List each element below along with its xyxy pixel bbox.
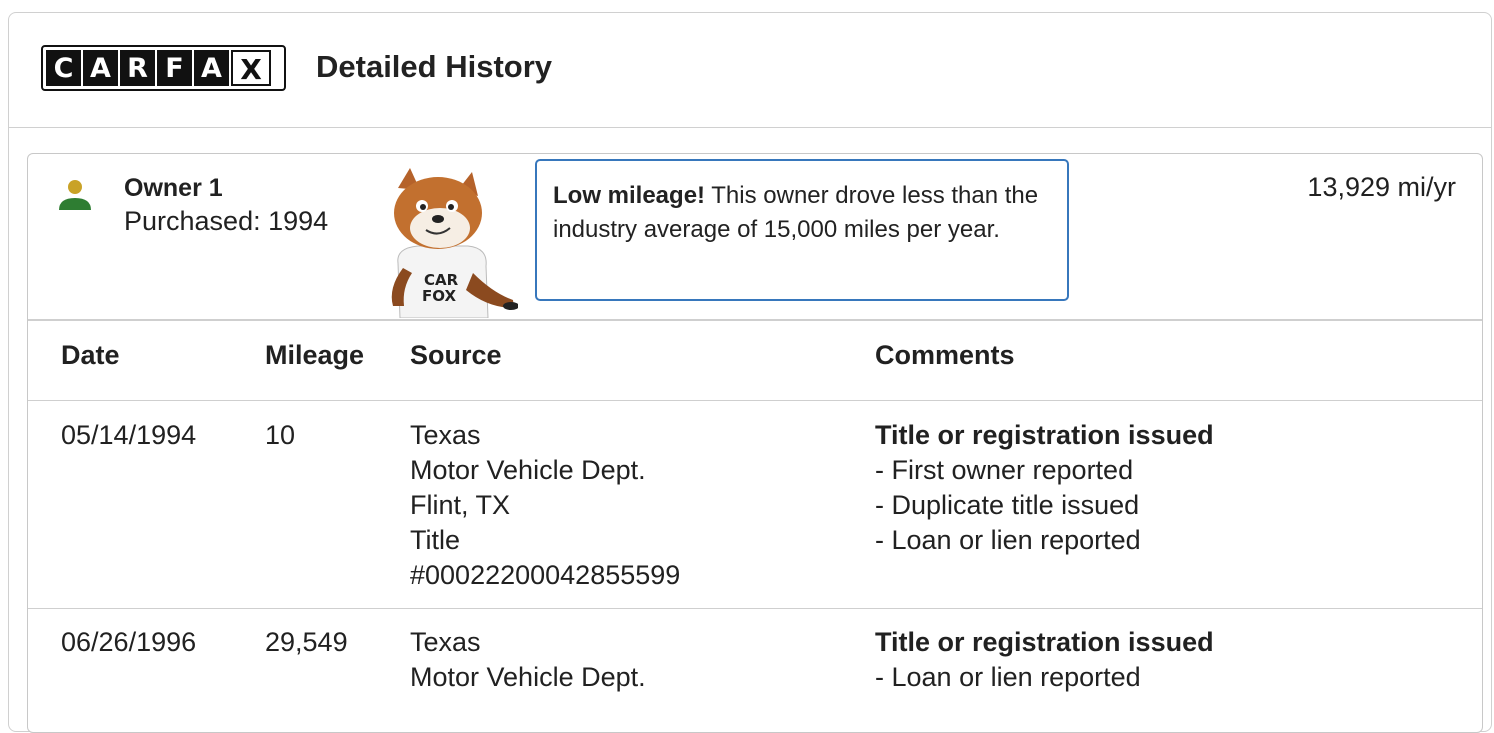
cell-date: 05/14/1994 <box>61 420 197 450</box>
carfax-logo: C A R F A X <box>41 45 286 91</box>
logo-letter: F <box>157 50 192 86</box>
source-line: #00022200042855599 <box>410 560 681 590</box>
comment-item: Duplicate title issued <box>875 488 1214 523</box>
column-header-source: Source <box>410 340 502 370</box>
divider <box>28 608 1482 609</box>
owner-icon <box>59 180 91 210</box>
divider <box>28 319 1482 321</box>
logo-letter: C <box>46 50 81 86</box>
callout-heading: Low mileage! <box>553 182 706 209</box>
comment-item: Loan or lien reported <box>875 523 1214 558</box>
mileage-rate: 13,929 mi/yr <box>1307 172 1456 202</box>
source-line: Texas <box>410 627 481 657</box>
source-line: Motor Vehicle Dept. <box>410 455 646 485</box>
source-line: Motor Vehicle Dept. <box>410 662 646 692</box>
logo-letter: X <box>231 50 271 86</box>
owner-purchased: Purchased: 1994 <box>124 206 329 236</box>
cell-source: Texas Motor Vehicle Dept. <box>410 625 646 695</box>
logo-letter: A <box>194 50 229 86</box>
car-fox-mascot-icon: CAR FOX <box>391 168 518 318</box>
cell-comments: Title or registration issued Loan or lie… <box>875 625 1214 695</box>
cell-comments: Title or registration issued First owner… <box>875 418 1214 558</box>
logo-letter: A <box>83 50 118 86</box>
source-line: Texas <box>410 420 481 450</box>
mascot-shirt-text: FOX <box>422 287 456 305</box>
source-line: Title <box>410 525 461 555</box>
owner-name: Owner 1 <box>124 174 223 202</box>
comment-title: Title or registration issued <box>875 420 1214 450</box>
cell-date: 06/26/1996 <box>61 627 197 657</box>
source-line: Flint, TX <box>410 490 511 520</box>
comment-title: Title or registration issued <box>875 627 1214 657</box>
cell-source: Texas Motor Vehicle Dept. Flint, TX Titl… <box>410 418 680 593</box>
logo-letter: R <box>120 50 155 86</box>
history-panel: C A R F A X Detailed History Owner 1 Pur… <box>8 12 1492 733</box>
comment-item: First owner reported <box>875 453 1214 488</box>
cell-mileage: 29,549 <box>265 627 348 657</box>
low-mileage-callout: Low mileage! This owner drove less than … <box>535 159 1069 301</box>
column-header-comments: Comments <box>875 340 1015 370</box>
comment-item: Loan or lien reported <box>875 660 1214 695</box>
column-header-date: Date <box>61 340 120 370</box>
owner-card: Owner 1 Purchased: 1994 CAR FOX Low mile… <box>27 153 1483 733</box>
cell-mileage: 10 <box>265 420 296 450</box>
divider <box>28 400 1482 401</box>
section-header: C A R F A X Detailed History <box>9 13 1491 128</box>
page-title: Detailed History <box>316 49 553 84</box>
column-header-mileage: Mileage <box>265 340 365 370</box>
